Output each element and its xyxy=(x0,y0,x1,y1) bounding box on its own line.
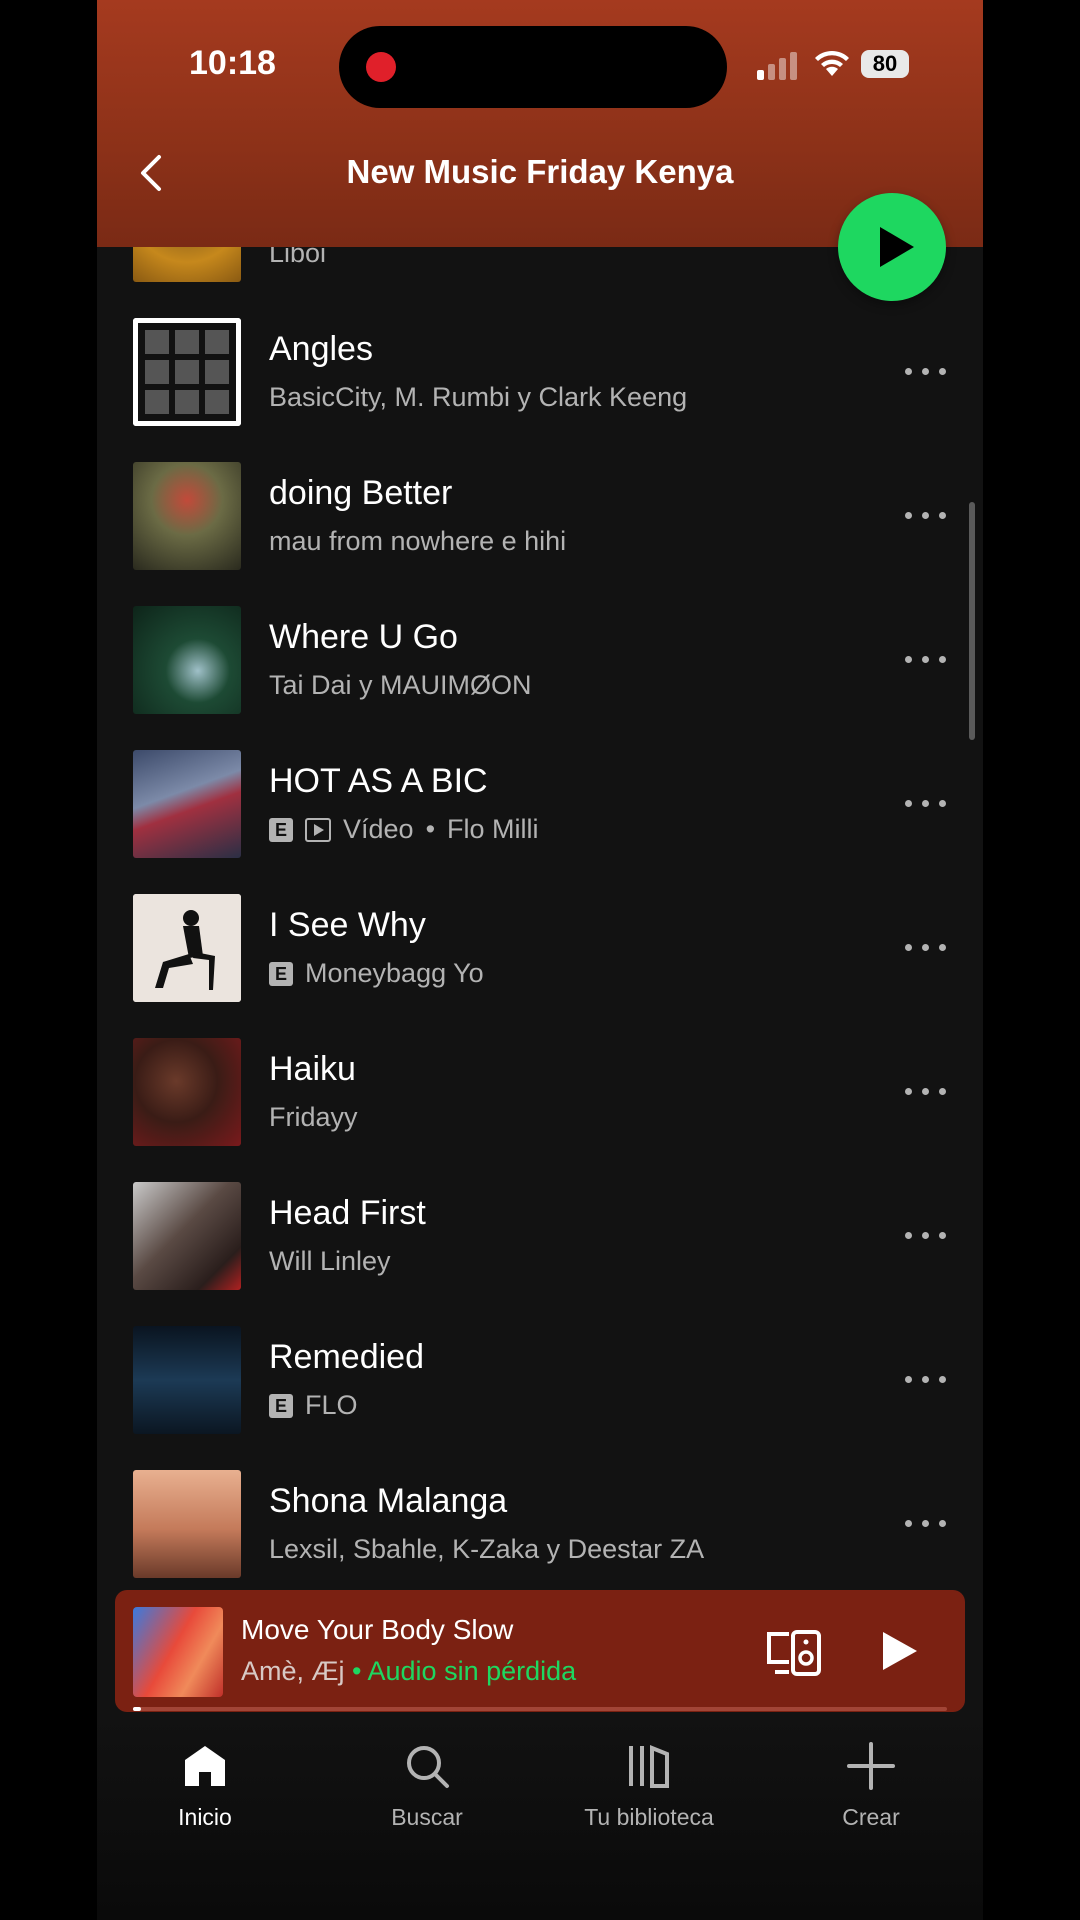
playback-progress[interactable] xyxy=(133,1707,947,1711)
more-options-icon[interactable] xyxy=(905,1510,947,1536)
track-title: Haiku xyxy=(269,1050,356,1088)
nav-label: Inicio xyxy=(178,1804,232,1830)
album-cover xyxy=(133,606,241,714)
track-row[interactable]: Shona Malanga Lexsil, Sbahle, K-Zaka y D… xyxy=(133,1470,953,1578)
track-meta: E FLO xyxy=(269,1390,358,1421)
more-options-icon[interactable] xyxy=(905,646,947,672)
scrollbar[interactable] xyxy=(969,502,975,740)
more-options-icon[interactable] xyxy=(905,358,947,384)
album-cover xyxy=(133,750,241,858)
more-options-icon[interactable] xyxy=(905,1078,947,1104)
page-title: New Music Friday Kenya xyxy=(346,153,734,190)
track-row[interactable]: Angles BasicCity, M. Rumbi y Clark Keeng xyxy=(133,318,953,426)
playlist-header: 10:18 80 New Music Friday Kenya xyxy=(97,0,983,247)
album-cover xyxy=(133,1182,241,1290)
track-title: Angles xyxy=(269,330,373,368)
track-title: doing Better xyxy=(269,474,453,512)
more-options-icon[interactable] xyxy=(905,502,947,528)
track-meta: E Moneybagg Yo xyxy=(269,958,484,989)
track-row[interactable]: I See Why E Moneybagg Yo xyxy=(133,894,953,1002)
plus-icon xyxy=(847,1742,895,1790)
connect-device-icon[interactable] xyxy=(765,1628,823,1678)
track-artist: Flo Milli xyxy=(447,814,539,844)
track-artist: Moneybagg Yo xyxy=(305,958,484,988)
track-row[interactable]: doing Better mau from nowhere e hihi xyxy=(133,462,953,570)
track-artist: FLO xyxy=(305,1390,358,1420)
play-icon xyxy=(880,227,914,267)
track-artist: BasicCity, M. Rumbi y Clark Keeng xyxy=(269,382,688,412)
now-playing-subtitle: Amè, Æj • Audio sin pérdida xyxy=(241,1656,576,1687)
progress-fill xyxy=(133,1707,142,1711)
now-playing-artists: Amè, Æj xyxy=(241,1656,345,1686)
search-icon xyxy=(407,1746,449,1788)
nav-home[interactable]: Inicio xyxy=(105,1742,305,1831)
battery-icon: 80 xyxy=(861,50,909,78)
wifi-icon xyxy=(815,50,849,76)
track-title: Shona Malanga xyxy=(269,1482,508,1520)
track-row[interactable]: Haiku Fridayy xyxy=(133,1038,953,1146)
track-title: HOT AS A BIC xyxy=(269,762,488,800)
status-time: 10:18 xyxy=(189,44,276,82)
video-icon xyxy=(305,817,331,842)
track-row[interactable]: Head First Will Linley xyxy=(133,1182,953,1290)
library-icon xyxy=(629,1745,669,1788)
track-title: Head First xyxy=(269,1194,426,1232)
track-row[interactable]: HOT AS A BIC E Vídeo • Flo Milli xyxy=(133,750,953,858)
nav-create[interactable]: Crear xyxy=(771,1742,971,1831)
mini-play-icon[interactable] xyxy=(879,1630,919,1672)
separator: • xyxy=(425,814,436,844)
more-options-icon[interactable] xyxy=(905,1366,947,1392)
more-options-icon[interactable] xyxy=(905,934,947,960)
nav-library[interactable]: Tu biblioteca xyxy=(549,1742,749,1831)
track-title: Where U Go xyxy=(269,618,458,656)
track-title: I See Why xyxy=(269,906,426,944)
explicit-badge: E xyxy=(269,1393,293,1418)
track-row[interactable]: Where U Go Tai Dai y MAUIMØON xyxy=(133,606,953,714)
video-label: Vídeo xyxy=(343,814,414,844)
now-playing-title: Move Your Body Slow xyxy=(241,1614,514,1645)
album-cover xyxy=(133,894,241,1002)
track-artist: Will Linley xyxy=(269,1246,391,1276)
album-cover xyxy=(133,318,241,426)
phone-screen: Liboi Angles BasicCity, M. Rumbi y Clark… xyxy=(97,0,983,1920)
album-cover xyxy=(133,1038,241,1146)
album-cover xyxy=(133,1326,241,1434)
explicit-badge: E xyxy=(269,817,293,842)
recording-indicator-icon xyxy=(366,52,396,82)
album-cover xyxy=(133,462,241,570)
bottom-nav: Inicio Buscar Tu biblioteca Crear xyxy=(97,1712,983,1920)
home-icon xyxy=(185,1746,225,1786)
cellular-signal-icon xyxy=(757,48,807,80)
now-playing-bar[interactable]: Move Your Body Slow Amè, Æj • Audio sin … xyxy=(115,1590,965,1712)
dynamic-island xyxy=(339,26,727,108)
now-playing-cover xyxy=(133,1607,223,1697)
track-row[interactable]: Remedied E FLO xyxy=(133,1326,953,1434)
more-options-icon[interactable] xyxy=(905,790,947,816)
track-meta: E Vídeo • Flo Milli xyxy=(269,814,539,845)
album-cover xyxy=(133,1470,241,1578)
track-artist: Tai Dai y MAUIMØON xyxy=(269,670,532,700)
lossless-label: • Audio sin pérdida xyxy=(352,1656,577,1686)
nav-label: Crear xyxy=(842,1804,900,1830)
track-title: Remedied xyxy=(269,1338,424,1376)
nav-search[interactable]: Buscar xyxy=(327,1742,527,1831)
play-button[interactable] xyxy=(838,193,946,301)
more-options-icon[interactable] xyxy=(905,1222,947,1248)
track-artist: mau from nowhere e hihi xyxy=(269,526,567,556)
nav-label: Buscar xyxy=(391,1804,463,1830)
nav-label: Tu biblioteca xyxy=(584,1804,714,1830)
explicit-badge: E xyxy=(269,961,293,986)
track-artist: Fridayy xyxy=(269,1102,358,1132)
track-artist: Lexsil, Sbahle, K-Zaka y Deestar ZA xyxy=(269,1534,705,1564)
